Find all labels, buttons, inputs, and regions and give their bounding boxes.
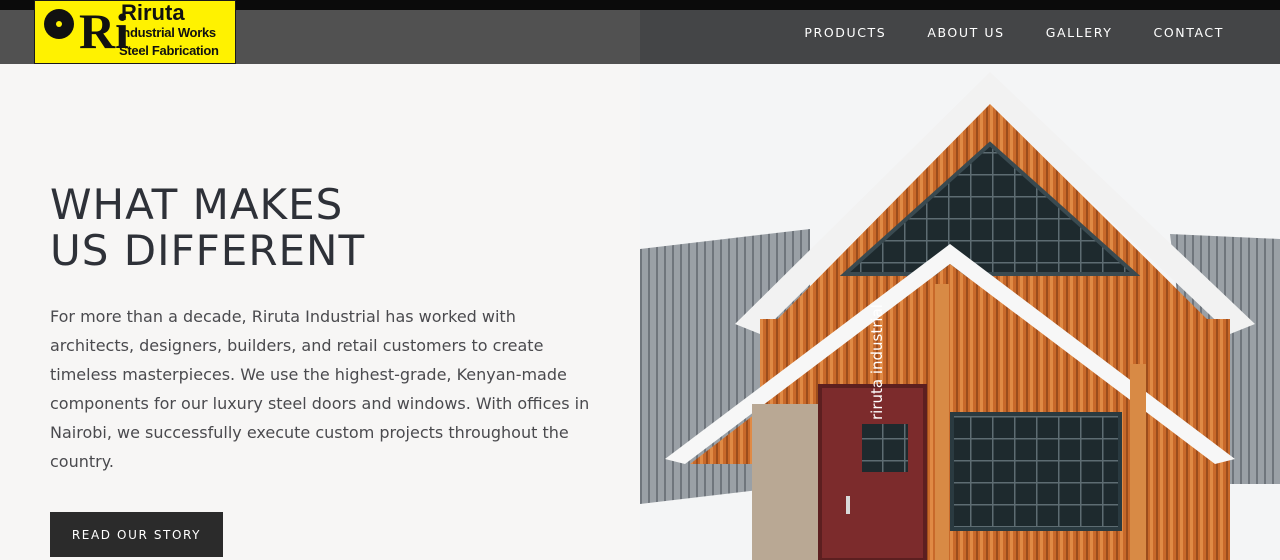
hero-body: For more than a decade, Riruta Industria… <box>50 307 590 471</box>
hero-title-line1: WHAT MAKES <box>50 180 344 229</box>
logo-tagline: Steel Fabrication <box>119 43 219 58</box>
photo-watermark: riruta industrial <box>868 304 886 420</box>
house-illustration <box>640 64 1280 560</box>
nav-gallery[interactable]: GALLERY <box>1046 25 1113 40</box>
hero-photo <box>640 64 1280 560</box>
hero-title: WHAT MAKES US DIFFERENT <box>50 182 365 274</box>
nav-products[interactable]: PRODUCTS <box>804 25 886 40</box>
nav-about-us[interactable]: ABOUT US <box>927 25 1004 40</box>
door-handle <box>846 496 850 514</box>
porch-post-right <box>1130 364 1146 560</box>
logo-subtitle: Industrial Works <box>119 25 216 40</box>
gear-icon <box>44 9 74 39</box>
logo-name: Riruta <box>121 0 185 25</box>
lower-window <box>950 412 1122 531</box>
read-our-story-button[interactable]: READ OUR STORY <box>50 512 223 557</box>
site-logo[interactable]: Ri Riruta Industrial Works Steel Fabrica… <box>34 0 236 64</box>
door-window <box>862 424 908 472</box>
hero-title-line2: US DIFFERENT <box>50 226 366 275</box>
porch-post <box>935 284 949 560</box>
stone-column <box>752 404 822 560</box>
main-nav: PRODUCTS ABOUT US GALLERY CONTACT <box>804 10 1224 54</box>
nav-contact[interactable]: CONTACT <box>1154 25 1224 40</box>
